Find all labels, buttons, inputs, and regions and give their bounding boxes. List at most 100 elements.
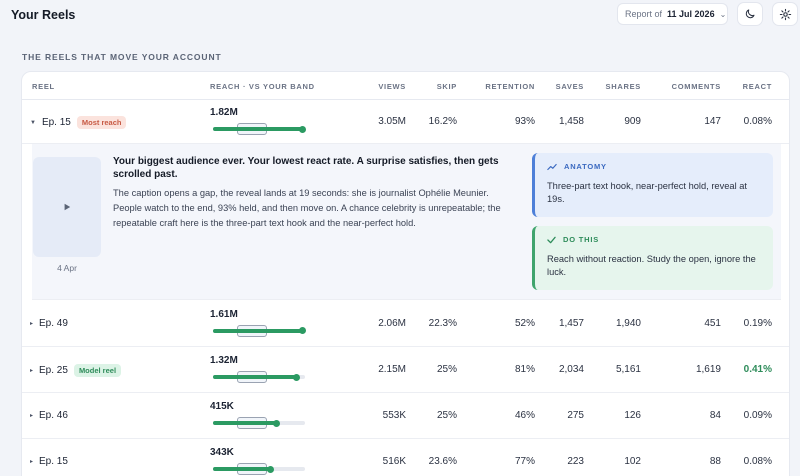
- comments-cell: 451: [704, 317, 721, 329]
- do-this-text: Reach without reaction. Study the open, …: [547, 254, 756, 277]
- comments-cell: 147: [704, 116, 721, 127]
- col-comments[interactable]: COMMENTS: [672, 82, 721, 91]
- col-skip[interactable]: SKIP: [437, 82, 457, 91]
- report-date: 11 Jul 2026: [667, 9, 715, 19]
- col-views[interactable]: VIEWS: [378, 82, 406, 91]
- retention-cell: 77%: [514, 456, 535, 467]
- table-row[interactable]: ▸ Ep. 46 415K 553K 25% 46% 275 126 84 0.09%: [22, 393, 789, 439]
- reach-value: 1.82M: [210, 107, 238, 118]
- reach-bar-fill: [213, 467, 270, 471]
- table-row[interactable]: ▸ Ep. 49 1.61M 2.06M 22.3% 52% 1,457 1,940 451 0.…: [22, 300, 789, 347]
- gear-icon: [779, 8, 791, 20]
- comments-cell: 84: [709, 410, 721, 421]
- reach-bar-dot: [267, 465, 274, 473]
- detail-headline: Your biggest audience ever. Your lowest …: [113, 156, 499, 180]
- reach-bar: [213, 417, 305, 429]
- reach-bar: [213, 463, 305, 475]
- shares-cell: 5,161: [615, 364, 641, 375]
- views-cell: 553K: [382, 410, 406, 421]
- views-cell: 2.06M: [378, 317, 406, 329]
- reel-name: Ep. 46: [39, 410, 68, 421]
- retention-cell: 93%: [514, 116, 535, 127]
- saves-cell: 223: [567, 456, 584, 467]
- reach-bar-dot: [299, 327, 306, 334]
- caret-icon[interactable]: ▸: [30, 320, 33, 327]
- reel-name: Ep. 49: [39, 317, 68, 329]
- retention-cell: 52%: [514, 317, 535, 329]
- reach-bar-dot: [273, 419, 280, 427]
- moon-icon: [745, 9, 755, 19]
- reel-name: Ep. 15: [39, 456, 68, 467]
- skip-cell: 23.6%: [428, 456, 457, 467]
- thumbnail-date: 4 Apr: [57, 263, 77, 273]
- saves-cell: 2,034: [558, 364, 584, 375]
- shares-cell: 909: [624, 116, 641, 127]
- reach-bar-fill: [213, 375, 296, 379]
- reach-bar-fill: [213, 328, 302, 333]
- reel-cell[interactable]: ▸ Ep. 25 Model reel: [30, 364, 122, 377]
- caret-icon[interactable]: ▸: [30, 367, 33, 374]
- comments-cell: 1,619: [695, 364, 721, 375]
- table-row[interactable]: ▸ Ep. 15 343K 516K 23.6% 77% 223 102 88 0.08%: [22, 439, 789, 476]
- caret-icon[interactable]: ▸: [30, 458, 33, 465]
- react-cell: 0.08%: [743, 116, 772, 127]
- col-reach[interactable]: REACH · VS YOUR BAND: [210, 82, 315, 91]
- col-reel[interactable]: REEL: [32, 82, 55, 91]
- reach-value: 415K: [210, 401, 234, 412]
- anatomy-text: Three-part text hook, near-perfect hold,…: [547, 181, 747, 204]
- col-react[interactable]: REACT: [743, 82, 772, 91]
- col-shares[interactable]: SHARES: [606, 82, 641, 91]
- play-icon: [64, 203, 71, 211]
- trend-icon: [547, 163, 557, 170]
- chevron-down-icon: ⌄: [719, 9, 727, 19]
- reels-table-card: REEL REACH · VS YOUR BAND VIEWS SKIP RET…: [21, 71, 790, 476]
- section-title: THE REELS THAT MOVE YOUR ACCOUNT: [22, 52, 222, 62]
- reel-cell[interactable]: ▼ Ep. 15 Most reach: [30, 116, 127, 129]
- settings-button[interactable]: [772, 2, 798, 26]
- top-bar: Your Reels Report of 11 Jul 2026 ⌄: [0, 0, 800, 30]
- reel-cell[interactable]: ▸ Ep. 46: [30, 410, 68, 421]
- col-saves[interactable]: SAVES: [556, 82, 584, 91]
- shares-cell: 1,940: [615, 317, 641, 329]
- reel-cell[interactable]: ▸ Ep. 49: [30, 318, 68, 329]
- reach-value: 343K: [210, 447, 234, 458]
- reach-bar-dot: [299, 125, 306, 133]
- react-cell: 0.41%: [743, 364, 772, 375]
- react-cell: 0.19%: [743, 317, 772, 329]
- reel-badge: Model reel: [73, 364, 122, 377]
- reach-bar: [213, 324, 306, 337]
- table-row[interactable]: ▼ Ep. 15 Most reach 1.82M 3.05M 16.2% 93% 1,458…: [22, 100, 789, 144]
- views-cell: 516K: [382, 456, 406, 467]
- col-retention[interactable]: RETENTION: [485, 82, 535, 91]
- skip-cell: 22.3%: [428, 317, 457, 329]
- views-cell: 2.15M: [378, 364, 406, 375]
- reach-value: 1.32M: [210, 355, 238, 366]
- saves-cell: 1,457: [558, 317, 584, 329]
- reel-cell[interactable]: ▸ Ep. 15: [30, 456, 68, 467]
- report-label: Report of: [625, 9, 663, 19]
- check-icon: [547, 236, 556, 243]
- react-cell: 0.09%: [743, 410, 772, 421]
- reel-thumbnail[interactable]: [33, 157, 101, 257]
- reel-badge: Most reach: [76, 116, 127, 129]
- detail-body: The caption opens a gap, the reveal land…: [113, 188, 501, 228]
- shares-cell: 102: [624, 456, 641, 467]
- anatomy-note: ANATOMY Three-part text hook, near-perfe…: [532, 153, 773, 217]
- react-cell: 0.08%: [743, 456, 772, 467]
- table-row[interactable]: ▸ Ep. 25 Model reel 1.32M 2.15M 25% 81% 2,034 5,…: [22, 347, 789, 393]
- skip-cell: 25%: [436, 410, 457, 421]
- saves-cell: 1,458: [558, 116, 584, 127]
- table-header: REEL REACH · VS YOUR BAND VIEWS SKIP RET…: [22, 72, 789, 100]
- shares-cell: 126: [624, 410, 641, 421]
- do-this-note: DO THIS Reach without reaction. Study th…: [532, 226, 773, 290]
- theme-toggle-button[interactable]: [737, 2, 763, 26]
- caret-icon[interactable]: ▸: [30, 412, 33, 419]
- reel-name: Ep. 15: [41, 117, 71, 128]
- caret-icon[interactable]: ▼: [30, 120, 36, 126]
- saves-cell: 275: [567, 410, 584, 421]
- reach-bar: [213, 123, 306, 135]
- reel-name: Ep. 25: [39, 365, 68, 376]
- report-date-picker[interactable]: Report of 11 Jul 2026 ⌄: [617, 3, 728, 25]
- reach-bar: [213, 371, 305, 383]
- reach-bar-dot: [293, 373, 300, 381]
